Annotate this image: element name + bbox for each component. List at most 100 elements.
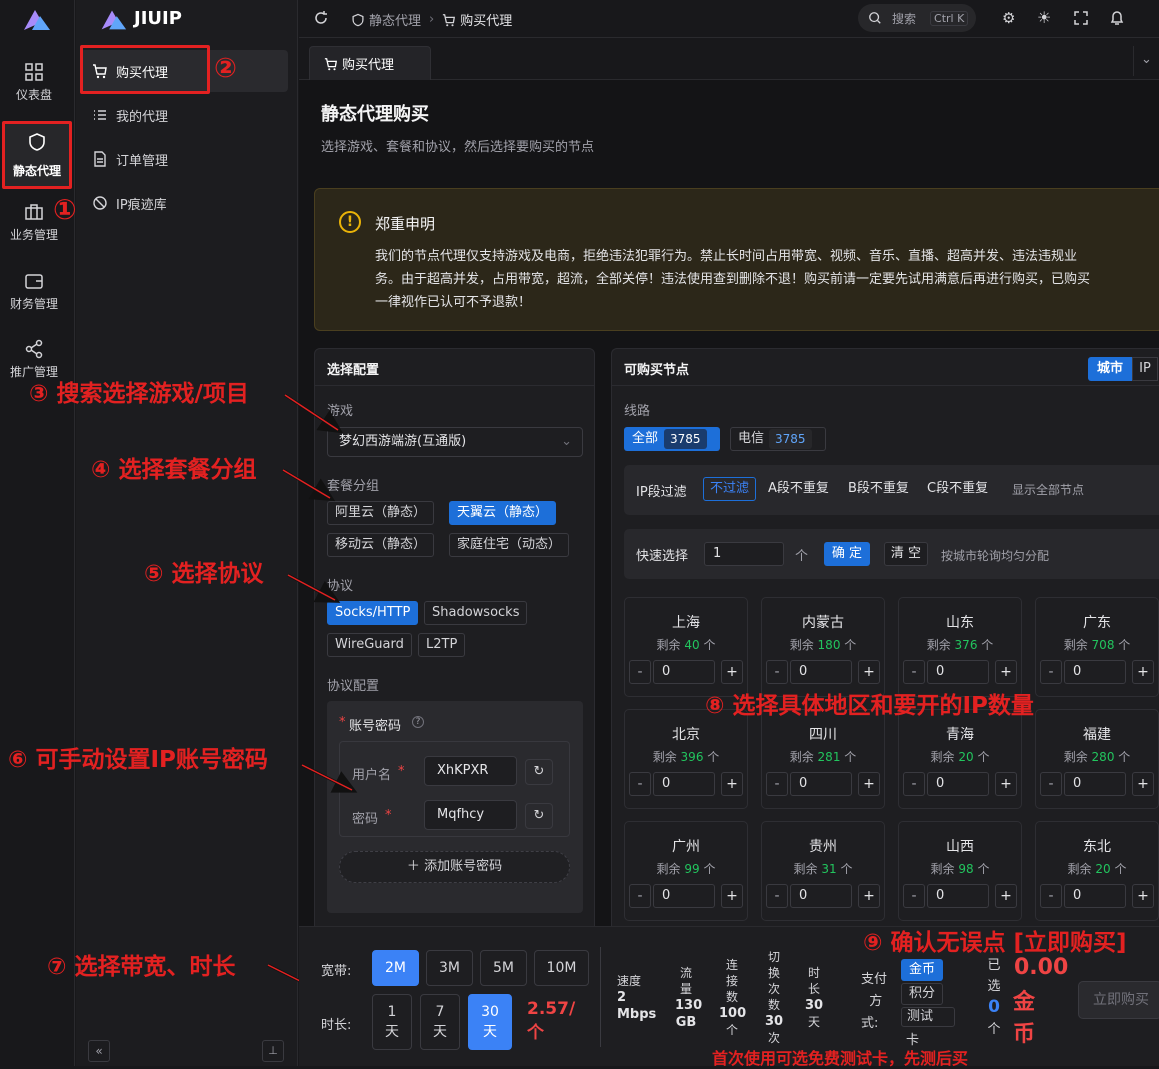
breadcrumb-item: 购买代理 [460, 14, 513, 29]
line-option-all[interactable]: 全部 3785 [624, 427, 720, 451]
package-option-selected[interactable]: 天翼云（静态） [449, 501, 557, 525]
decrement-button[interactable]: - [903, 884, 925, 908]
protocol-option[interactable]: L2TP [418, 633, 466, 657]
decrement-button[interactable]: - [1040, 772, 1062, 796]
decrement-button[interactable]: - [629, 772, 651, 796]
increment-button[interactable]: + [995, 772, 1017, 796]
cart-icon [93, 64, 107, 79]
payment-option[interactable]: 积分 [901, 983, 943, 1005]
gear-icon[interactable]: ⚙ [1002, 9, 1015, 27]
shield-icon [29, 133, 45, 151]
clear-button[interactable]: 清 空 [884, 542, 928, 566]
increment-button[interactable]: + [1132, 660, 1154, 684]
increment-button[interactable]: + [721, 884, 743, 908]
increment-button[interactable]: + [858, 660, 880, 684]
decrement-button[interactable]: - [766, 660, 788, 684]
regenerate-icon[interactable]: ↻ [525, 759, 553, 785]
quantity-input[interactable]: 0 [927, 772, 989, 796]
rail-item-finance[interactable]: 财务管理 [0, 271, 68, 312]
regenerate-icon[interactable]: ↻ [525, 803, 553, 829]
password-input[interactable]: Mqfhcy [424, 800, 517, 830]
decrement-button[interactable]: - [629, 660, 651, 684]
fullscreen-icon[interactable] [1074, 11, 1088, 25]
quantity-input[interactable]: 0 [1064, 772, 1126, 796]
toggle-city[interactable]: 城市 [1088, 357, 1132, 381]
payment-option-test-card[interactable]: 测试 [901, 1007, 955, 1027]
protocol-option-selected[interactable]: Socks/HTTP [327, 601, 419, 625]
quantity-input[interactable]: 0 [790, 660, 852, 684]
quantity-input[interactable]: 0 [927, 884, 989, 908]
payment-option-selected[interactable]: 金币 [901, 959, 943, 981]
rail-item-dashboard[interactable]: 仪表盘 [0, 62, 68, 103]
protocol-option[interactable]: Shadowsocks [424, 601, 528, 625]
quantity-input[interactable]: 0 [653, 660, 715, 684]
ip-filter-option-selected[interactable]: 不过滤 [703, 477, 757, 501]
confirm-button[interactable]: 确 定 [824, 542, 870, 566]
bell-icon[interactable] [1110, 10, 1124, 26]
notice-line: 我们的节点代理仅支持游戏及电商，拒绝违法犯罪行为。禁止长时间占用带宽、视频、音乐… [375, 249, 1078, 264]
toggle-ip[interactable]: IP [1132, 357, 1158, 381]
sun-icon[interactable]: ☀ [1037, 8, 1051, 27]
line-option-telecom[interactable]: 电信 3785 [730, 427, 826, 451]
show-all-nodes[interactable]: 显示全部节点 [1012, 481, 1084, 498]
total-unit: 金币 [1013, 987, 1035, 1051]
duration-option[interactable]: 1天 [372, 994, 412, 1050]
help-icon[interactable]: ? [412, 716, 424, 728]
bandwidth-option[interactable]: 10M [534, 950, 589, 986]
divider [612, 385, 1159, 386]
search-box[interactable]: 搜索 Ctrl K [858, 4, 976, 32]
quantity-input[interactable]: 0 [790, 772, 852, 796]
add-account-button[interactable]: ＋ 添加账号密码 [339, 851, 570, 883]
decrement-button[interactable]: - [1040, 884, 1062, 908]
username-input[interactable]: XhKPXR [424, 756, 517, 786]
game-select[interactable]: 梦幻西游端游(互通版) ⌄ [327, 427, 583, 457]
ip-filter-option[interactable]: A段不重复 [768, 477, 829, 501]
refresh-icon[interactable] [313, 10, 329, 26]
increment-button[interactable]: + [721, 660, 743, 684]
bandwidth-option-selected[interactable]: 2M [372, 950, 419, 986]
increment-button[interactable]: + [995, 884, 1017, 908]
quantity-input[interactable]: 0 [927, 660, 989, 684]
chevron-down-icon[interactable]: ⌄ [1133, 46, 1159, 76]
protocol-option[interactable]: WireGuard [327, 633, 412, 657]
increment-button[interactable]: + [721, 772, 743, 796]
duration-value: 1 [387, 1004, 397, 1020]
buy-now-button[interactable]: 立即购买 [1078, 981, 1159, 1019]
increment-button[interactable]: + [858, 772, 880, 796]
increment-button[interactable]: + [995, 660, 1017, 684]
quantity-input[interactable]: 0 [1064, 660, 1126, 684]
increment-button[interactable]: + [1132, 884, 1154, 908]
quantity-input[interactable]: 0 [790, 884, 852, 908]
breadcrumb-item[interactable]: 静态代理 [369, 10, 421, 29]
document-icon [94, 151, 106, 167]
decrement-button[interactable]: - [629, 884, 651, 908]
decrement-button[interactable]: - [903, 660, 925, 684]
duration-option[interactable]: 7天 [420, 994, 460, 1050]
quantity-input[interactable]: 0 [1064, 884, 1126, 908]
bandwidth-option[interactable]: 3M [426, 950, 473, 986]
duration-option-selected[interactable]: 30 天 [468, 994, 512, 1050]
ip-filter-option[interactable]: C段不重复 [927, 477, 988, 501]
decrement-button[interactable]: - [1040, 660, 1062, 684]
decrement-button[interactable]: - [766, 772, 788, 796]
decrement-button[interactable]: - [903, 772, 925, 796]
quick-select-input[interactable]: 1 [704, 542, 784, 566]
ip-filter-option[interactable]: B段不重复 [848, 477, 909, 501]
collapse-icon[interactable]: « [88, 1040, 110, 1062]
package-option[interactable]: 阿里云（静态） [327, 501, 435, 525]
decrement-button[interactable]: - [766, 884, 788, 908]
increment-button[interactable]: + [858, 884, 880, 908]
rail-item-static-proxy[interactable]: 静态代理 [2, 121, 72, 189]
package-option[interactable]: 家庭住宅（动态） [449, 533, 570, 557]
quantity-input[interactable]: 0 [653, 884, 715, 908]
app-name: JIUIP [134, 8, 182, 29]
quantity-input[interactable]: 0 [653, 772, 715, 796]
increment-button[interactable]: + [1132, 772, 1154, 796]
pin-icon[interactable]: ⊥ [262, 1040, 284, 1062]
bandwidth-option[interactable]: 5M [480, 950, 527, 986]
tab-label: 购买代理 [342, 58, 395, 73]
tab-buy-proxy[interactable]: 购买代理 [309, 46, 431, 80]
city-card: 广东 剩余 708 个 -0 + [1035, 597, 1159, 697]
package-option[interactable]: 移动云（静态） [327, 533, 435, 557]
remaining-prefix: 剩余 [926, 638, 951, 652]
